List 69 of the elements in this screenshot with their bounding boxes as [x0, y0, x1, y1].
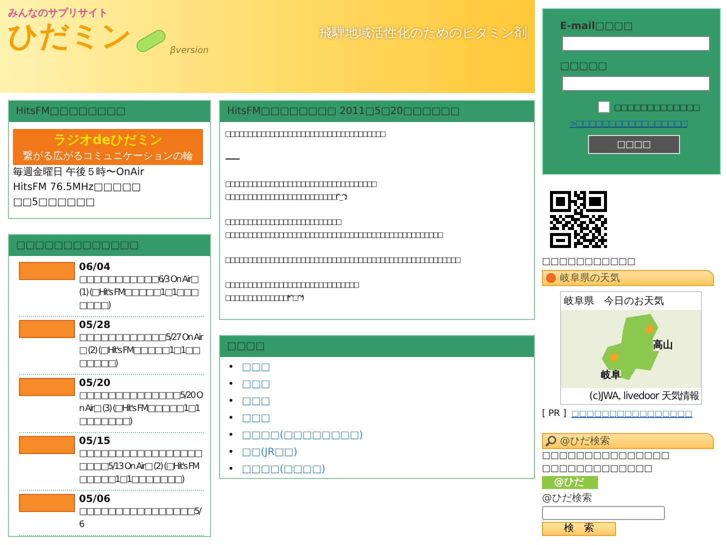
login-button[interactable]: □□□□	[588, 135, 680, 154]
pr-link[interactable]: □□□□□□□□□□□□□□□□	[571, 409, 692, 419]
bullet: •	[228, 378, 234, 392]
map-title: 岐阜県 今日のお天気	[563, 294, 665, 309]
banner-caption: 毎週金曜日 午後５時〜OnAir	[13, 166, 146, 180]
sun-icon	[609, 352, 619, 362]
banner-title: ラジオdeひだミン	[53, 132, 163, 149]
link[interactable]: □□□	[242, 376, 270, 393]
search-description: □□□□□□□□□□□□□□□	[542, 451, 671, 462]
map-place-label: 高山	[653, 340, 673, 351]
password-field[interactable]	[562, 76, 710, 91]
episode-link[interactable]: □□□□□□□□□□□□□□□□5/6	[79, 506, 204, 532]
panel-heading: HitsFM□□□□□□□□	[9, 101, 210, 122]
link[interactable]: □□(JR□□)	[242, 444, 298, 461]
version-label: βversion	[170, 46, 209, 56]
pr-label: [ PR ]	[542, 409, 566, 419]
site-tagline: 飛騨地域活性化のためのビタミン剤	[319, 25, 527, 42]
sun-icon	[545, 272, 557, 284]
password-label: □□□□□	[560, 61, 608, 72]
radio-info-text: □□5□□□□□□	[13, 196, 96, 210]
episode-link[interactable]: □□□□□□□□□□□□5/27 On Air□ (2) (□Hit's FM□□□□□1□1□□□□□□□)	[79, 332, 204, 371]
radio-info-text: HitsFM 76.5MHz□□□□□	[13, 181, 142, 195]
sun-icon	[645, 324, 655, 334]
episode-date: 05/20	[79, 377, 112, 390]
email-field[interactable]	[562, 36, 710, 51]
search-description: □□□□□□□□□□□□□	[542, 464, 654, 475]
bullet: •	[228, 361, 234, 375]
link[interactable]: □□□	[242, 410, 270, 427]
weather-map[interactable]: 岐阜県 今日のお天気 高山 岐阜 (c)JWA, livedoor 天気情報	[560, 291, 702, 405]
link[interactable]: □□□	[242, 393, 270, 410]
search-field[interactable]	[542, 506, 665, 520]
link[interactable]: □□□□(□□□□)	[242, 461, 326, 478]
qr-code-icon	[550, 191, 607, 248]
email-label: E-mail□□□□	[560, 21, 634, 32]
qr-caption: □□□□□□□□□□□	[542, 256, 637, 268]
bullet: •	[228, 429, 234, 443]
episode-date: 06/04	[79, 261, 112, 274]
episode-link[interactable]: □□□□□□□□□□□□□□□□□□□□□5/13 On Air□ (2) (□Hit's FM□□□□□1□1□□□□□□□)	[79, 448, 204, 487]
map-credit: (c)JWA, livedoor 天気情報	[588, 390, 700, 404]
episode-date: 05/28	[79, 319, 112, 332]
link[interactable]: □□□□(□□□□□□□□)	[242, 427, 364, 444]
article-title: HitsFM□□□□□□□□ 2011□5□20□□□□□□	[220, 101, 534, 122]
episode-link[interactable]: □□□□□□□□□□□6/3 On Air□ (1) (□Hit's FM□□□□□1□1□□□□□□□)	[79, 274, 204, 313]
radio-banner-thumbnail[interactable]	[19, 494, 75, 512]
episode-date: 05/06	[79, 493, 112, 506]
radio-banner-thumbnail[interactable]	[19, 320, 75, 338]
episode-link[interactable]: □□□□□□□□□□□□□□5/20 On Air□ (3) (□Hit's FM□□□□□1□1□□□□□□□)	[79, 390, 204, 429]
magnifier-icon	[545, 435, 557, 447]
link[interactable]: □□□	[242, 359, 270, 376]
bullet: •	[228, 446, 234, 460]
bullet: •	[228, 412, 234, 426]
radio-banner-thumbnail[interactable]	[19, 378, 75, 396]
bullet: •	[228, 395, 234, 409]
weather-heading: 岐阜県の天気	[560, 272, 620, 285]
remember-checkbox[interactable]	[598, 101, 610, 113]
remember-label: □□□□□□□□□□□□□	[614, 102, 700, 112]
radio-banner-thumbnail[interactable]	[19, 262, 75, 280]
radio-banner[interactable]: ラジオdeひだミン 繋がる広がるコミュニケーションの輪	[13, 129, 203, 165]
episode-date: 05/15	[79, 435, 112, 448]
search-field-label: @ひだ検索	[542, 492, 593, 505]
search-heading: @ひだ検索	[560, 434, 610, 448]
bullet: •	[228, 463, 234, 477]
panel-heading: □□□□	[220, 336, 534, 357]
map-place-label: 岐阜	[601, 370, 621, 381]
search-button[interactable]: 検 索	[542, 522, 616, 536]
panel-heading: □□□□□□□□□□□□□	[9, 235, 210, 256]
radio-banner-thumbnail[interactable]	[19, 436, 75, 454]
banner-text: 繋がる広がるコミュニケーションの輪	[23, 150, 193, 163]
logo-tagline: みんなのサプリサイト	[8, 6, 109, 20]
